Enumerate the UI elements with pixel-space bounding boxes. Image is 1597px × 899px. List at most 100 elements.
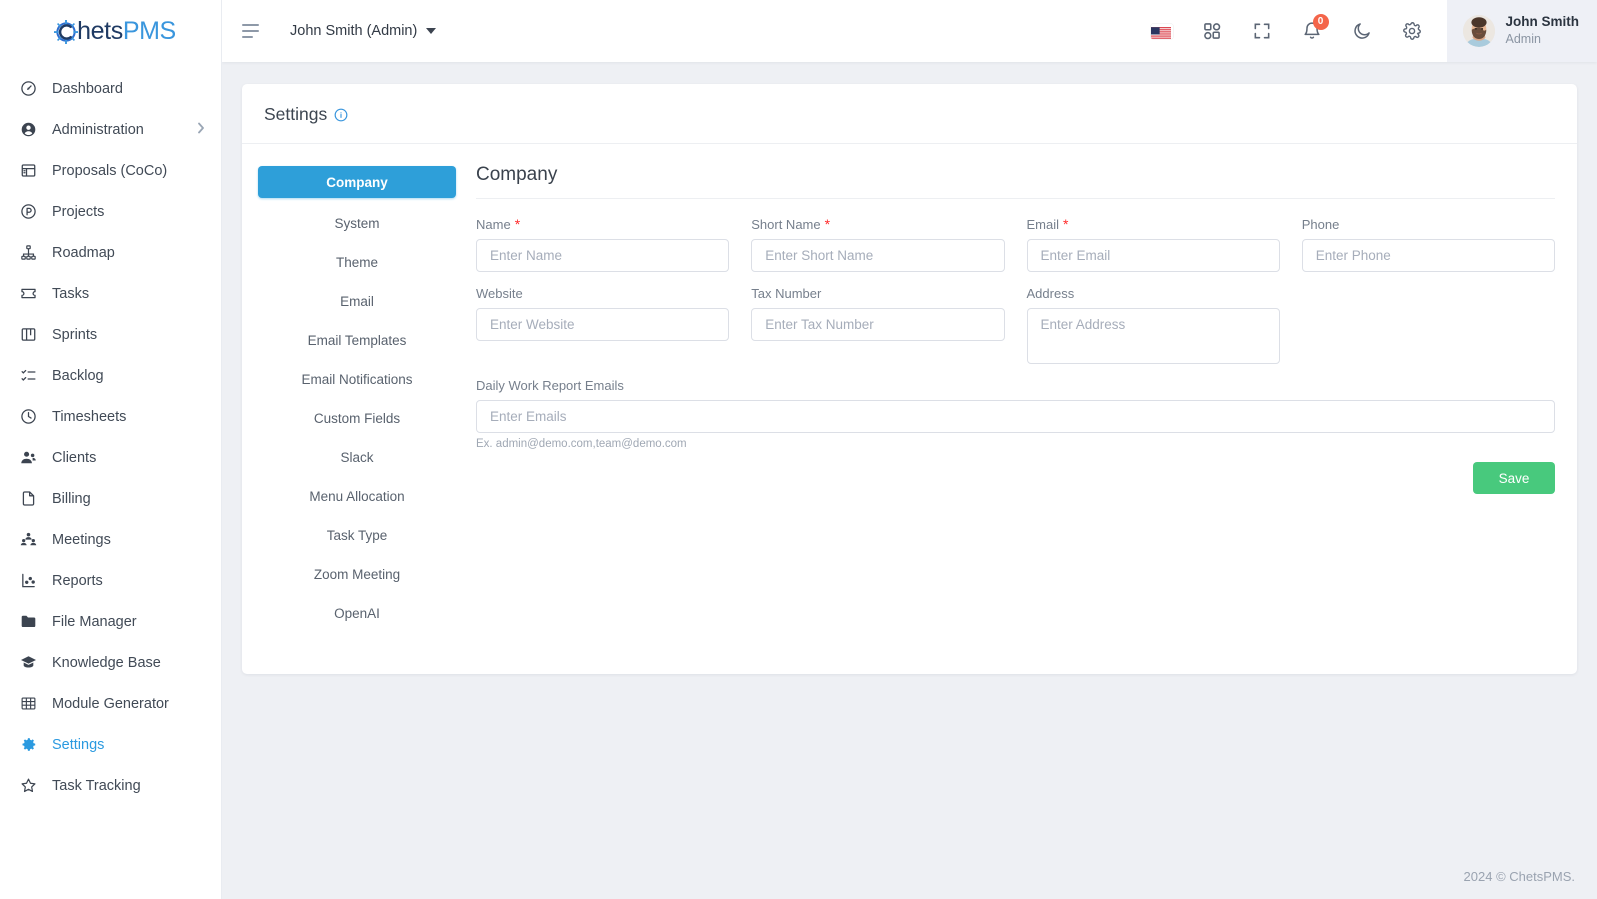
- settings-tab-openai[interactable]: OpenAI: [258, 599, 456, 627]
- sidebar-item-label: Backlog: [52, 367, 104, 384]
- profile-menu[interactable]: John Smith Admin: [1446, 0, 1597, 62]
- page-title: Settings: [264, 104, 328, 124]
- sidebar-item-reports[interactable]: Reports: [0, 560, 221, 601]
- chart-scatter-icon: [18, 571, 38, 591]
- sidebar-item-dashboard[interactable]: Dashboard: [0, 68, 221, 109]
- settings-tab-system[interactable]: System: [258, 209, 456, 237]
- sidebar-item-tasks[interactable]: Tasks: [0, 273, 221, 314]
- ticket-icon: [18, 284, 38, 304]
- sidebar-item-label: Timesheets: [52, 408, 127, 425]
- tax-number-input[interactable]: [751, 308, 1005, 341]
- settings-tab-email-notifications[interactable]: Email Notifications: [258, 365, 456, 393]
- field-website: Website: [476, 286, 730, 364]
- sidebar-item-roadmap[interactable]: Roadmap: [0, 232, 221, 273]
- field-website-label: Website: [476, 286, 729, 301]
- sidebar-item-projects[interactable]: Projects: [0, 191, 221, 232]
- settings-tab-custom-fields[interactable]: Custom Fields: [258, 404, 456, 432]
- field-address: Address: [1026, 286, 1280, 364]
- sidebar-item-task-tracking[interactable]: Task Tracking: [0, 765, 221, 806]
- settings-gear-icon[interactable]: [1391, 10, 1433, 52]
- avatar: [1462, 15, 1495, 47]
- website-input[interactable]: [476, 308, 730, 341]
- settings-tab-task-type[interactable]: Task Type: [258, 521, 456, 549]
- logo-text-dark: hets: [77, 16, 123, 45]
- sidebar-item-label: Tasks: [52, 285, 90, 302]
- field-tax-number: Tax Number: [751, 286, 1005, 364]
- notification-count-badge: 0: [1312, 14, 1329, 30]
- sidebar-item-label: Roadmap: [52, 244, 115, 261]
- name-input[interactable]: [476, 239, 730, 272]
- sidebar-item-label: Settings: [52, 736, 105, 753]
- settings-tab-email[interactable]: Email: [258, 287, 456, 315]
- phone-input[interactable]: [1301, 239, 1555, 272]
- form-row-2: Website Tax Number: [476, 286, 1555, 364]
- main-area: John Smith (Admin) 0 John Smith Admin Se…: [222, 0, 1597, 899]
- sidebar-item-file-manager[interactable]: File Manager: [0, 601, 221, 642]
- sidebar-item-settings[interactable]: Settings: [0, 724, 221, 765]
- settings-tab-email-templates[interactable]: Email Templates: [258, 326, 456, 354]
- sidebar-item-label: Meetings: [52, 531, 111, 548]
- chevron-down-icon: [426, 28, 437, 34]
- speedometer-icon: [18, 79, 38, 99]
- sidebar-item-administration[interactable]: Administration: [0, 109, 221, 150]
- settings-tab-theme[interactable]: Theme: [258, 248, 456, 276]
- projects-circle-icon: [18, 202, 38, 222]
- gear-icon: [18, 735, 38, 755]
- sidebar-item-clients[interactable]: Clients: [0, 437, 221, 478]
- info-circle-icon[interactable]: [334, 108, 348, 122]
- topbar: John Smith (Admin) 0 John Smith Admin: [222, 0, 1597, 62]
- sidebar-item-label: Task Tracking: [52, 777, 141, 794]
- daily-emails-input[interactable]: [476, 400, 1555, 433]
- profile-role: Admin: [1505, 32, 1541, 47]
- settings-tab-list: Company System Theme Email Email Templates Em…: [258, 164, 456, 638]
- apps-grid-icon[interactable]: [1191, 10, 1233, 52]
- field-website-label-text: Website: [476, 286, 523, 301]
- save-button[interactable]: Save: [1473, 462, 1555, 494]
- field-email-label: Email *: [1027, 217, 1280, 232]
- required-marker: *: [514, 216, 521, 232]
- address-textarea[interactable]: [1026, 308, 1280, 364]
- language-flag-us-icon[interactable]: [1141, 10, 1183, 52]
- field-phone-label: Phone: [1302, 217, 1555, 232]
- star-icon: [18, 776, 38, 796]
- sidebar-item-meetings[interactable]: Meetings: [0, 519, 221, 560]
- hamburger-icon[interactable]: [240, 18, 266, 44]
- settings-tab-slack[interactable]: Slack: [258, 443, 456, 471]
- field-name: Name *: [476, 216, 730, 272]
- checklist-icon: [18, 366, 38, 386]
- fullscreen-icon[interactable]: [1241, 10, 1283, 52]
- form-heading: Company: [476, 164, 558, 185]
- sidebar-item-timesheets[interactable]: Timesheets: [0, 396, 221, 437]
- sidebar-item-billing[interactable]: Billing: [0, 478, 221, 519]
- short-name-input[interactable]: [751, 239, 1005, 272]
- sidebar-item-backlog[interactable]: Backlog: [0, 355, 221, 396]
- field-phone: Phone: [1301, 217, 1555, 272]
- clock-icon: [18, 407, 38, 427]
- settings-tab-company[interactable]: Company: [258, 166, 456, 198]
- field-phone-label-text: Phone: [1301, 217, 1340, 232]
- dark-mode-moon-icon[interactable]: [1341, 10, 1383, 52]
- sidebar-item-knowledge-base[interactable]: Knowledge Base: [0, 642, 221, 683]
- form-actions: Save: [476, 462, 1555, 494]
- user-switch-dropdown[interactable]: John Smith (Admin): [290, 23, 437, 39]
- field-short-name-label-text: Short Name: [751, 217, 821, 232]
- sidebar-item-label: File Manager: [52, 613, 137, 630]
- people-icon: [18, 448, 38, 468]
- sidebar-item-label: Dashboard: [52, 80, 123, 97]
- grid-table-icon: [18, 694, 38, 714]
- sidebar-item-module-generator[interactable]: Module Generator: [0, 683, 221, 724]
- logo-text: hetsPMS: [77, 17, 176, 46]
- daily-emails-hint: Ex. admin@demo.com,team@demo.com: [476, 438, 687, 450]
- notifications-bell-icon[interactable]: 0: [1291, 10, 1333, 52]
- settings-tab-menu-allocation[interactable]: Menu Allocation: [258, 482, 456, 510]
- chets-logo-icon: [51, 17, 81, 47]
- content-area: Settings Company System Theme Email Email Te…: [222, 62, 1597, 853]
- sidebar-item-label: Projects: [52, 203, 105, 220]
- settings-tab-zoom-meeting[interactable]: Zoom Meeting: [258, 560, 456, 588]
- logo[interactable]: hetsPMS: [0, 0, 221, 62]
- board-columns-icon: [18, 325, 38, 345]
- sidebar-item-sprints[interactable]: Sprints: [0, 314, 221, 355]
- field-address-label-text: Address: [1026, 286, 1075, 301]
- sidebar-item-proposals-coco[interactable]: Proposals (CoCo): [0, 150, 221, 191]
- email-input[interactable]: [1026, 239, 1280, 272]
